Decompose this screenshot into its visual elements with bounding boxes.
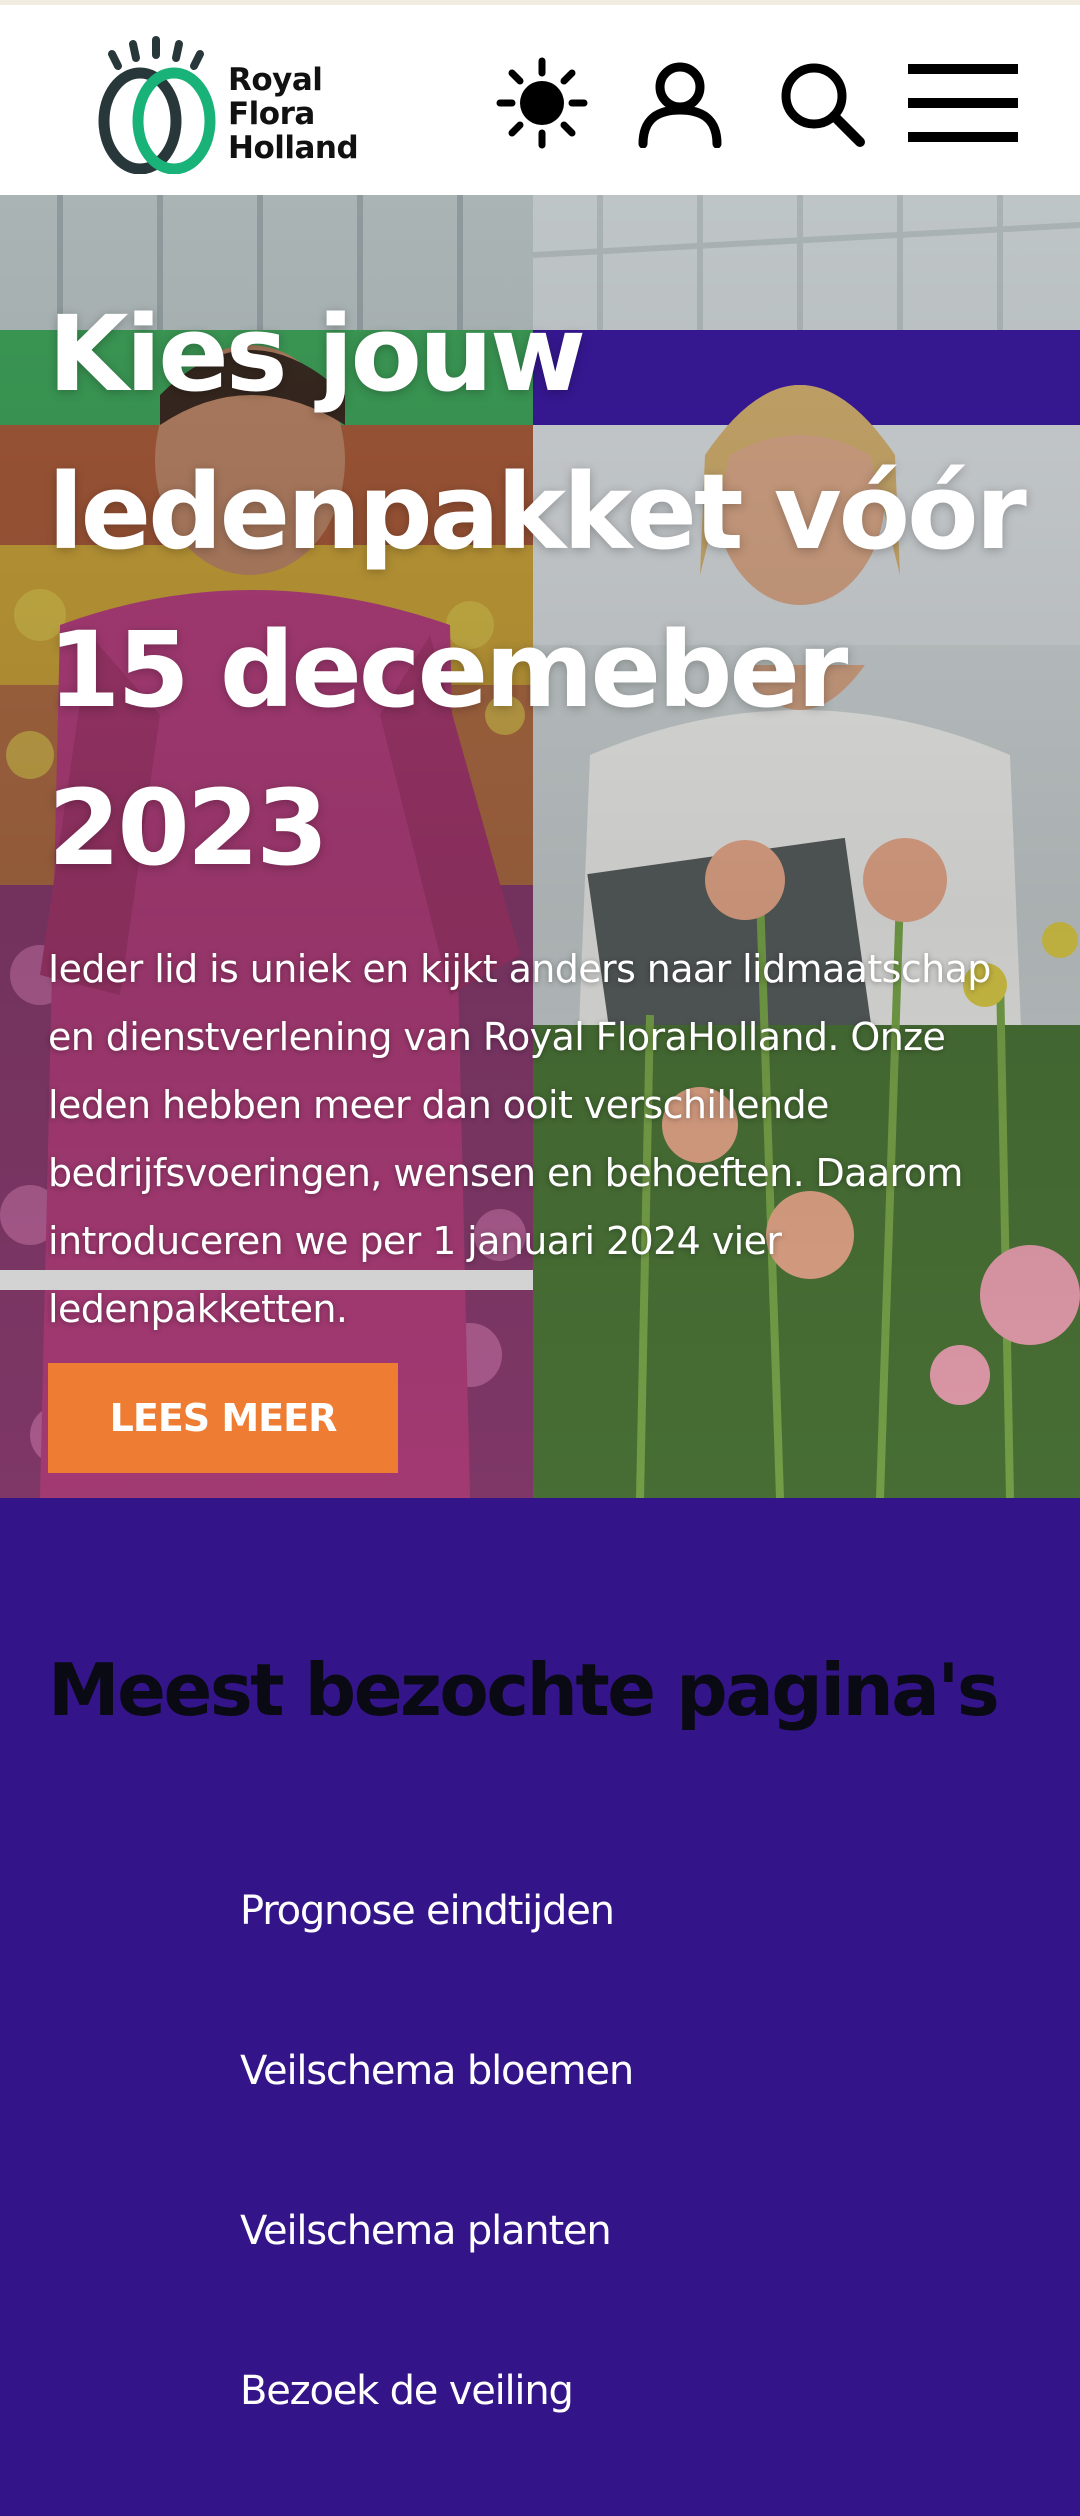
list-item: Bezoek de veiling: [240, 2368, 633, 2516]
list-item: Prognose eindtijden: [240, 1888, 633, 2048]
menu-icon: [908, 64, 1018, 142]
read-more-button[interactable]: LEES MEER: [48, 1363, 398, 1473]
account-button[interactable]: [632, 55, 728, 151]
theme-toggle-button[interactable]: [494, 55, 590, 151]
search-icon: [781, 63, 865, 147]
list-item: Veilschema planten: [240, 2208, 633, 2368]
list-item: Veilschema bloemen: [240, 2048, 634, 2208]
hero-title: Kies jouw ledenpakket vóór 15 decemeber …: [48, 293, 1027, 889]
link-veilschema-bloemen[interactable]: Veilschema bloemen: [240, 2048, 634, 2094]
popular-links-list: Prognose eindtijden Veilschema bloemen V…: [240, 1888, 634, 2516]
sun-icon: [496, 57, 588, 149]
link-bezoek-de-veiling[interactable]: Bezoek de veiling: [240, 2368, 574, 2414]
link-veilschema-planten[interactable]: Veilschema planten: [240, 2208, 612, 2254]
section-title: Meest bezochte pagina's: [48, 1648, 1000, 1732]
logo-line-2: Flora: [228, 96, 315, 132]
logo-line-3: Holland: [228, 130, 359, 166]
menu-button[interactable]: [905, 55, 1021, 151]
hero-description: Ieder lid is uniek en kijkt anders naar …: [48, 947, 991, 1331]
most-visited-section: Meest bezochte pagina's Prognose eindtij…: [0, 1498, 1080, 2516]
logo-line-1: Royal: [228, 62, 323, 98]
logo-wordmark: Royal Flora Holland: [228, 62, 359, 166]
hero-banner: Kies jouw ledenpakket vóór 15 decemeber …: [0, 195, 1080, 1498]
royal-flora-holland-logo[interactable]: Royal Flora Holland: [92, 19, 382, 179]
search-button[interactable]: [773, 55, 869, 151]
logo-mark-icon: [98, 36, 216, 174]
user-icon: [638, 62, 722, 148]
site-header: Royal Flora Holland: [0, 0, 1080, 195]
link-prognose-eindtijden[interactable]: Prognose eindtijden: [240, 1888, 615, 1934]
